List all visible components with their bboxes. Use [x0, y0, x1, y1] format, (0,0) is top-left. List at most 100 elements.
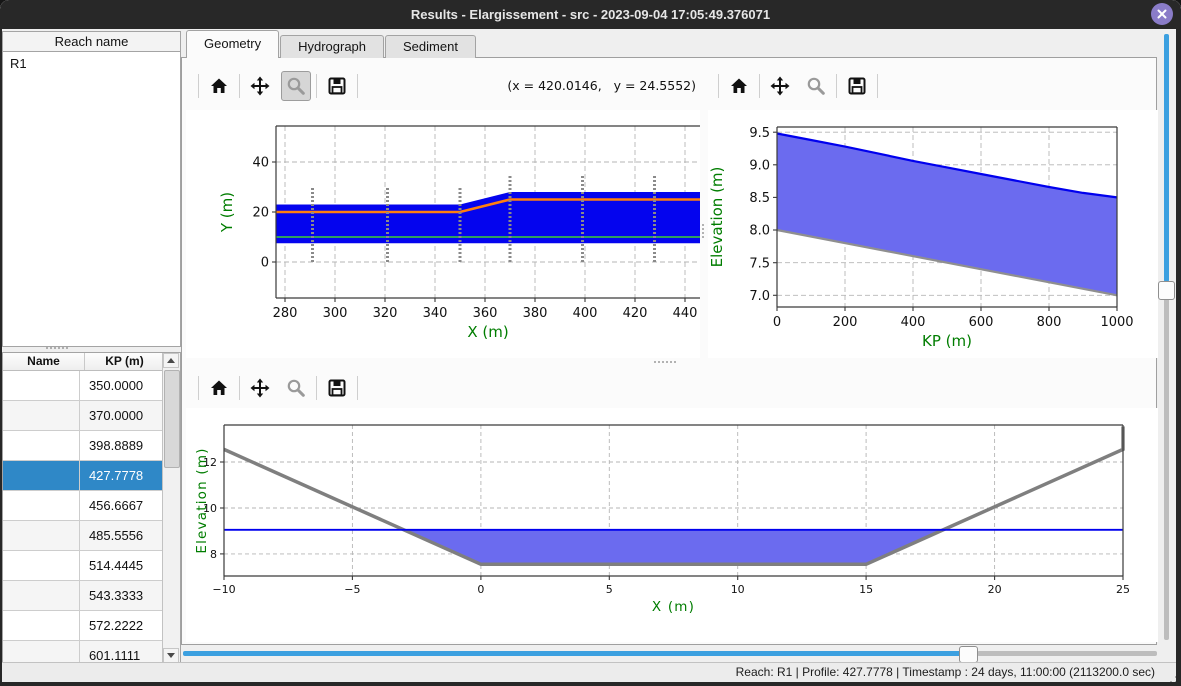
- cell-name[interactable]: [3, 641, 80, 664]
- scroll-up-button[interactable]: [163, 353, 179, 368]
- table-row[interactable]: 514.4445: [3, 551, 163, 581]
- window-title: Results - Elargissement - src - 2023-09-…: [0, 0, 1181, 29]
- tab-hydrograph[interactable]: Hydrograph: [280, 35, 384, 58]
- time-slider-track-filled[interactable]: [183, 651, 961, 656]
- zoom-button[interactable]: [801, 71, 831, 101]
- tab-sediment[interactable]: Sediment: [385, 35, 476, 58]
- tab-bar: GeometryHydrographSediment: [186, 31, 477, 58]
- reach-list-item[interactable]: R1: [3, 52, 180, 75]
- svg-text:400: 400: [573, 306, 598, 321]
- long-ylabel: Elevation (m): [708, 167, 726, 268]
- table-row[interactable]: 543.3333: [3, 581, 163, 611]
- home-button[interactable]: [724, 71, 754, 101]
- cross-section-chart[interactable]: −10−5051015202581012X (m)Elevation (m): [186, 408, 1158, 642]
- svg-text:200: 200: [833, 315, 858, 330]
- plan-ylabel: Y (m): [218, 192, 236, 233]
- scrollbar-thumb[interactable]: [164, 370, 180, 468]
- save-button[interactable]: [322, 373, 352, 403]
- table-scrollbar[interactable]: [162, 353, 180, 663]
- table-row[interactable]: 370.0000: [3, 401, 163, 431]
- status-bar: Reach: R1 | Profile: 427.7778 | Timestam…: [0, 662, 1181, 683]
- save-button[interactable]: [322, 71, 352, 101]
- vertical-slider-track[interactable]: [1164, 298, 1169, 640]
- svg-text:280: 280: [273, 306, 298, 321]
- vertical-slider-handle[interactable]: [1158, 281, 1175, 300]
- svg-text:400: 400: [901, 315, 926, 330]
- table-row[interactable]: 350.0000: [3, 371, 163, 401]
- cell-kp[interactable]: 514.4445: [80, 551, 163, 580]
- cell-kp[interactable]: 427.7778: [80, 461, 163, 490]
- table-row[interactable]: 398.8889: [3, 431, 163, 461]
- longitudinal-profile-chart[interactable]: 020040060080010007.07.58.08.59.09.5KP (m…: [708, 110, 1158, 358]
- cell-name[interactable]: [3, 461, 80, 490]
- cell-kp[interactable]: 350.0000: [80, 371, 163, 400]
- pan-button[interactable]: [765, 71, 795, 101]
- reach-list[interactable]: R1: [2, 51, 181, 347]
- cell-name[interactable]: [3, 551, 80, 580]
- svg-text:0: 0: [773, 315, 781, 330]
- cell-kp[interactable]: 456.6667: [80, 491, 163, 520]
- zoom-button[interactable]: [281, 373, 311, 403]
- window-border-bottom: [0, 682, 1181, 686]
- home-icon: [729, 76, 749, 96]
- svg-text:800: 800: [1037, 315, 1062, 330]
- vertical-slider-track-filled[interactable]: [1164, 34, 1169, 282]
- pan-icon: [770, 76, 790, 96]
- cross-xlabel: X (m): [652, 599, 695, 615]
- plan-view-chart[interactable]: 28030032034036038040042044002040X (m)Y (…: [186, 110, 700, 358]
- titlebar[interactable]: Results - Elargissement - src - 2023-09-…: [0, 0, 1181, 29]
- svg-text:8: 8: [210, 548, 217, 561]
- cell-kp[interactable]: 398.8889: [80, 431, 163, 460]
- cell-name[interactable]: [3, 371, 80, 400]
- svg-text:360: 360: [473, 306, 498, 321]
- sidebar-splitter-handle[interactable]: [46, 347, 68, 349]
- cell-name[interactable]: [3, 581, 80, 610]
- cell-kp[interactable]: 370.0000: [80, 401, 163, 430]
- profile-table-header: Name KP (m): [3, 353, 180, 371]
- save-icon: [327, 378, 347, 398]
- save-button[interactable]: [842, 71, 872, 101]
- cell-kp[interactable]: 572.2222: [80, 611, 163, 640]
- save-icon: [847, 76, 867, 96]
- time-slider-handle[interactable]: [959, 646, 978, 663]
- svg-text:7.0: 7.0: [749, 289, 770, 304]
- table-row[interactable]: 427.7778: [3, 461, 163, 491]
- svg-text:380: 380: [523, 306, 548, 321]
- cell-name[interactable]: [3, 431, 80, 460]
- cell-name[interactable]: [3, 611, 80, 640]
- zoom-button[interactable]: [281, 71, 311, 101]
- time-slider-track[interactable]: [977, 651, 1157, 656]
- cell-kp[interactable]: 543.3333: [80, 581, 163, 610]
- profile-table: Name KP (m) 350.0000370.0000398.8889427.…: [2, 352, 181, 664]
- cell-name[interactable]: [3, 401, 80, 430]
- table-row[interactable]: 485.5556: [3, 521, 163, 551]
- pan-button[interactable]: [245, 373, 275, 403]
- svg-text:20: 20: [988, 583, 1002, 596]
- table-row[interactable]: 572.2222: [3, 611, 163, 641]
- tab-geometry[interactable]: Geometry: [186, 30, 279, 58]
- svg-text:8.0: 8.0: [749, 224, 770, 239]
- horizontal-splitter-handle[interactable]: [654, 361, 676, 363]
- svg-text:−10: −10: [212, 583, 235, 596]
- home-icon: [209, 76, 229, 96]
- cell-name[interactable]: [3, 521, 80, 550]
- table-row[interactable]: 456.6667: [3, 491, 163, 521]
- home-button[interactable]: [204, 373, 234, 403]
- column-header-name[interactable]: Name: [3, 353, 85, 370]
- svg-text:320: 320: [373, 306, 398, 321]
- cell-name[interactable]: [3, 491, 80, 520]
- svg-text:−5: −5: [344, 583, 360, 596]
- svg-text:25: 25: [1116, 583, 1130, 596]
- pan-button[interactable]: [245, 71, 275, 101]
- vertical-splitter-handle[interactable]: [702, 224, 704, 238]
- cell-kp[interactable]: 485.5556: [80, 521, 163, 550]
- svg-text:600: 600: [969, 315, 994, 330]
- cell-kp[interactable]: 601.1111: [80, 641, 163, 664]
- table-row[interactable]: 601.1111: [3, 641, 163, 664]
- arrow-down-icon: [167, 653, 175, 658]
- column-header-kp[interactable]: KP (m): [85, 353, 164, 370]
- save-icon: [327, 76, 347, 96]
- scroll-down-button[interactable]: [163, 648, 179, 663]
- home-button[interactable]: [204, 71, 234, 101]
- close-button[interactable]: [1151, 3, 1173, 25]
